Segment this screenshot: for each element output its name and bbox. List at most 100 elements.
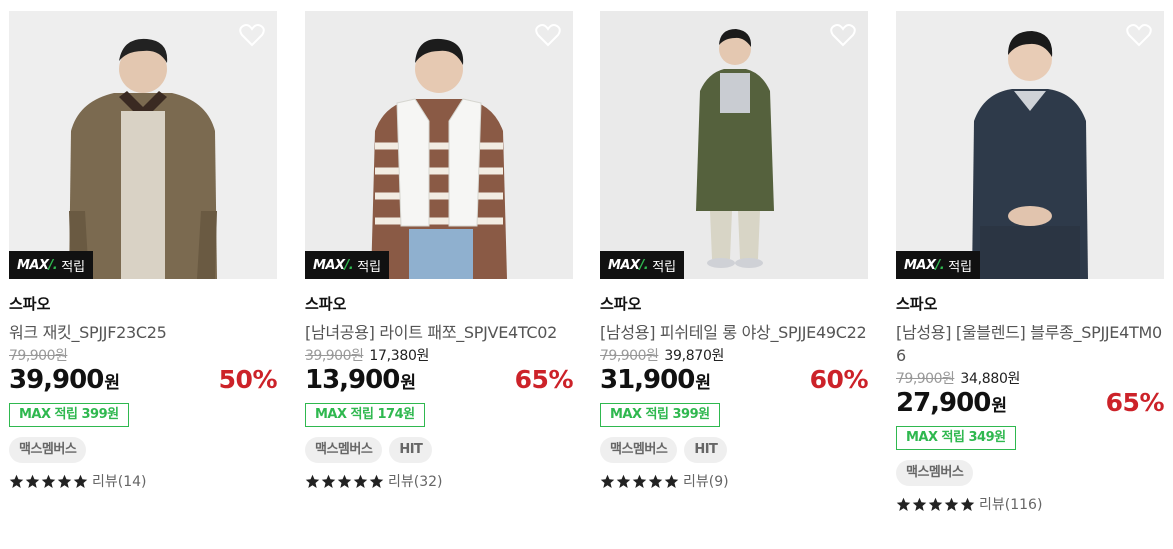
brand-name: 스파오: [896, 295, 938, 313]
star-icon: [369, 474, 384, 488]
chip-list: 맥스멤버스 HIT: [600, 437, 868, 463]
star-icon: [41, 474, 56, 488]
max-logo: MAX/.: [313, 257, 354, 273]
star-icon: [321, 474, 336, 488]
product-name[interactable]: [남성용] [울블렌드] 블루종_SPJJE4TM06: [896, 321, 1164, 367]
max-tag-label: 적립: [61, 259, 86, 275]
chip-max-members[interactable]: 맥스멤버스: [9, 437, 87, 463]
review-count: 리뷰(116): [979, 497, 1043, 513]
star-icon: [944, 497, 959, 511]
rating-stars: [896, 497, 975, 512]
review-row[interactable]: 리뷰(116): [896, 495, 1164, 513]
review-row[interactable]: 리뷰(9): [600, 472, 868, 490]
original-price: 79,900원: [896, 371, 955, 387]
brand-name: 스파오: [9, 295, 51, 313]
max-tag-label: 적립: [948, 259, 973, 275]
star-icon: [600, 474, 615, 488]
max-points-tag: MAX/. 적립: [600, 251, 685, 279]
star-icon: [337, 474, 352, 488]
chip-list: 맥스멤버스: [9, 437, 277, 463]
points-badge: MAX 적립 349원: [896, 426, 1016, 450]
product-name[interactable]: [남성용] 피쉬테일 롱 야상_SPJJE49C22: [600, 321, 868, 344]
product-image[interactable]: MAX/. 적립: [600, 11, 868, 279]
price-row: 79,900원: [9, 345, 277, 365]
heart-outline-icon[interactable]: [535, 23, 561, 47]
discount-rate: 50%: [218, 365, 278, 394]
sale-price: 27,900원: [896, 388, 1007, 418]
original-price: 79,900원: [9, 348, 68, 364]
original-price: 39,900원: [305, 348, 364, 364]
discount-rate: 60%: [809, 365, 869, 394]
sale-line: 13,900원 65%: [305, 365, 574, 395]
max-logo: MAX/.: [17, 257, 58, 273]
star-icon: [912, 497, 927, 511]
points-badge: MAX 적립 399원: [9, 403, 129, 427]
product-photo: [600, 11, 868, 279]
star-icon: [664, 474, 679, 488]
coupon-price: 39,870원: [664, 348, 725, 364]
discount-rate: 65%: [1105, 388, 1165, 417]
review-row[interactable]: 리뷰(14): [9, 472, 277, 490]
product-name[interactable]: [남녀공용] 라이트 패쪼_SPJVE4TC02: [305, 321, 573, 344]
star-icon: [960, 497, 975, 511]
product-card[interactable]: MAX/. 적립 스파오 [남녀공용] 라이트 패쪼_SPJVE4TC02 39…: [305, 11, 574, 490]
points-badge: MAX 적립 174원: [305, 403, 425, 427]
product-image[interactable]: MAX/. 적립: [896, 11, 1164, 279]
product-image[interactable]: MAX/. 적립: [305, 11, 573, 279]
sale-line: 31,900원 60%: [600, 365, 869, 395]
star-icon: [616, 474, 631, 488]
rating-stars: [9, 474, 88, 489]
star-icon: [896, 497, 911, 511]
product-card[interactable]: MAX/. 적립 스파오 [남성용] [울블렌드] 블루종_SPJJE4TM06…: [896, 11, 1165, 513]
brand-name: 스파오: [600, 295, 642, 313]
star-icon: [648, 474, 663, 488]
product-name[interactable]: 워크 재킷_SPJJF23C25: [9, 321, 277, 344]
chip-max-members[interactable]: 맥스멤버스: [896, 460, 974, 486]
star-icon: [928, 497, 943, 511]
review-count: 리뷰(9): [683, 474, 729, 490]
star-icon: [305, 474, 320, 488]
sale-price: 13,900원: [305, 365, 416, 395]
star-icon: [632, 474, 647, 488]
chip-max-members[interactable]: 맥스멤버스: [305, 437, 383, 463]
chip-list: 맥스멤버스: [896, 460, 1164, 486]
chip-hit[interactable]: HIT: [684, 437, 728, 463]
product-photo: [9, 11, 277, 279]
product-card[interactable]: MAX/. 적립 스파오 [남성용] 피쉬테일 롱 야상_SPJJE49C22 …: [600, 11, 869, 490]
coupon-price: 17,380원: [369, 348, 430, 364]
max-logo: MAX/.: [904, 257, 945, 273]
product-photo: [305, 11, 573, 279]
points-badge: MAX 적립 399원: [600, 403, 720, 427]
sale-price: 39,900원: [9, 365, 120, 395]
brand-name: 스파오: [305, 295, 347, 313]
sale-line: 27,900원 65%: [896, 388, 1165, 418]
discount-rate: 65%: [514, 365, 574, 394]
max-points-tag: MAX/. 적립: [896, 251, 981, 279]
heart-outline-icon[interactable]: [830, 23, 856, 47]
sale-price: 31,900원: [600, 365, 711, 395]
price-row: 79,900원 34,880원: [896, 368, 1164, 388]
star-icon: [353, 474, 368, 488]
sale-line: 39,900원 50%: [9, 365, 278, 395]
star-icon: [25, 474, 40, 488]
max-points-tag: MAX/. 적립: [9, 251, 94, 279]
star-icon: [57, 474, 72, 488]
chip-hit[interactable]: HIT: [389, 437, 433, 463]
max-logo: MAX/.: [608, 257, 649, 273]
price-row: 39,900원 17,380원: [305, 345, 573, 365]
product-image[interactable]: MAX/. 적립: [9, 11, 277, 279]
coupon-price: 34,880원: [960, 371, 1021, 387]
review-count: 리뷰(14): [92, 474, 147, 490]
star-icon: [73, 474, 88, 488]
heart-outline-icon[interactable]: [239, 23, 265, 47]
original-price: 79,900원: [600, 348, 659, 364]
chip-list: 맥스멤버스 HIT: [305, 437, 573, 463]
product-card[interactable]: MAX/. 적립 스파오 워크 재킷_SPJJF23C25 79,900원 39…: [9, 11, 278, 490]
max-points-tag: MAX/. 적립: [305, 251, 390, 279]
chip-max-members[interactable]: 맥스멤버스: [600, 437, 678, 463]
review-row[interactable]: 리뷰(32): [305, 472, 573, 490]
review-count: 리뷰(32): [388, 474, 443, 490]
heart-outline-icon[interactable]: [1126, 23, 1152, 47]
rating-stars: [305, 474, 384, 489]
product-photo: [896, 11, 1164, 279]
